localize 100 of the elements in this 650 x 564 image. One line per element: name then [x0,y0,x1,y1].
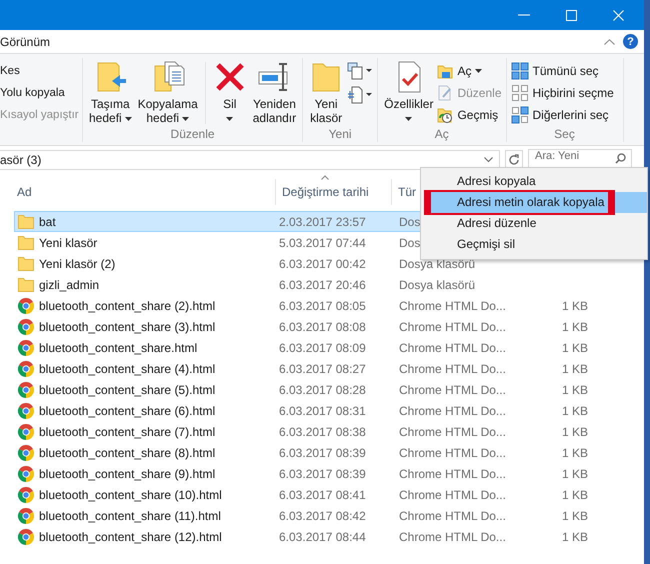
file-name: bluetooth_content_share (12).html [39,530,222,544]
file-row[interactable]: bluetooth_content_share (4).html 6.03.2017 08:27 Chrome HTML Do... 1 KB [14,358,594,379]
open-folder-icon [437,63,454,79]
chrome-icon [18,528,34,544]
ribbon-tab[interactable]: Görünüm [0,34,604,48]
file-row[interactable]: bluetooth_content_share.html 6.03.2017 08:09 Chrome HTML Do... 1 KB [14,337,594,358]
file-row[interactable]: bluetooth_content_share (7).html 6.03.2017 08:38 Chrome HTML Do... 1 KB [14,421,594,442]
file-size: 1 KB [560,362,588,376]
chrome-icon [18,298,34,314]
modified-date: 6.03.2017 08:41 [278,488,367,502]
column-header[interactable]: Değiştirme tarihi [276,179,392,205]
file-name: bluetooth_content_share (3).html [39,320,216,334]
new-item-icon[interactable] [347,62,374,80]
address-field[interactable]: asör (3) [0,150,500,170]
file-size: 1 KB [560,424,588,438]
file-row[interactable]: bluetooth_content_share (12).html 6.03.2017 08:44 Chrome HTML Do... 1 KB [14,526,594,547]
file-type: Dos [399,214,420,228]
column-header[interactable]: Ad [14,179,276,205]
file-size: 1 KB [560,298,588,312]
file-size: 1 KB [560,340,588,354]
modified-date: 6.03.2017 08:27 [278,362,367,376]
menu-item[interactable]: Geçmişi sil [424,234,647,255]
chrome-icon [18,382,34,398]
file-name: bluetooth_content_share (2).html [39,298,216,312]
ribbon-button[interactable]: Sil [210,58,249,123]
file-row[interactable]: bluetooth_content_share (3).html 6.03.2017 08:08 Chrome HTML Do... 1 KB [14,316,594,337]
file-type: Chrome HTML Do... [399,298,506,312]
easy-access-icon[interactable] [347,86,374,104]
chrome-icon [18,444,34,460]
file-type: Chrome HTML Do... [399,404,506,418]
file-type: Dos [399,236,420,250]
file-type: Chrome HTML Do... [399,362,506,376]
modified-date: 2.03.2017 23:57 [278,214,367,228]
collapse-ribbon-icon[interactable] [604,38,615,44]
caret-icon [226,117,234,121]
file-type: Chrome HTML Do... [399,508,506,522]
invert-selection-icon [510,106,528,124]
file-name: bluetooth_content_share (5).html [39,382,216,396]
file-row[interactable]: bluetooth_content_share (9).html 6.03.2017 08:39 Chrome HTML Do... 1 KB [14,463,594,484]
ribbon-button[interactable]: Kopyalama hedefi [136,58,200,127]
file-size: 1 KB [560,508,588,522]
file-type: Chrome HTML Do... [399,488,506,502]
file-name: Yeni klasör [39,236,98,250]
file-size: 1 KB [560,320,588,334]
minimize-icon[interactable] [518,14,530,16]
file-name: bluetooth_content_share.html [39,340,198,354]
file-name: bluetooth_content_share (8).html [39,446,216,460]
chrome-icon [18,402,34,418]
file-type: Chrome HTML Do... [399,446,506,460]
ribbon-button[interactable]: Diğerlerini seç [510,106,609,124]
modified-date: 6.03.2017 08:44 [278,530,367,544]
modified-date: 6.03.2017 00:42 [278,256,367,270]
sort-caret-icon [321,175,330,180]
ribbon-button[interactable]: Tümünü seç [510,62,599,80]
file-type: Dosya klasörü [399,256,476,270]
modified-date: 6.03.2017 08:09 [278,340,367,354]
folder-icon [18,278,34,292]
file-row[interactable]: bluetooth_content_share (8).html 6.03.2017 08:39 Chrome HTML Do... 1 KB [14,442,594,463]
file-size: 1 KB [560,488,588,502]
ribbon-button[interactable]: Özellikler [382,58,436,123]
file-row[interactable]: Yeni klasör (2) 6.03.2017 00:42 Dosya klasörü [14,253,594,274]
chrome-icon [18,508,34,524]
caret-icon [182,116,190,121]
refresh-icon [508,154,520,166]
maximize-icon[interactable] [566,10,577,20]
ribbon-button[interactable]: Yolu kopyala [0,84,65,102]
ribbon-button[interactable]: Geçmiş [437,106,502,124]
file-type: Chrome HTML Do... [399,424,506,438]
file-row[interactable]: bluetooth_content_share (2).html 6.03.2017 08:05 Chrome HTML Do... 1 KB [14,295,594,316]
group-label: Aç [434,127,450,142]
chrome-icon [18,424,34,440]
file-row[interactable]: bluetooth_content_share (6).html 6.03.2017 08:31 Chrome HTML Do... 1 KB [14,400,594,421]
menu-item[interactable]: Adresi kopyala [424,171,647,192]
chrome-icon [18,340,34,356]
ribbon-button[interactable]: Hiçbirini seçme [510,84,614,102]
modified-date: 6.03.2017 08:42 [278,508,367,522]
help-button[interactable]: ? [623,34,638,49]
file-type: Chrome HTML Do... [399,466,506,480]
search-icon [615,153,626,164]
menu-item[interactable]: Adresi metin olarak kopyala [424,190,647,215]
ribbon-button[interactable]: Taşıma hedefi [87,58,134,127]
ribbon-button[interactable]: Yeniden adlandır [250,58,298,127]
file-size: 1 KB [560,530,588,544]
file-row[interactable]: gizli_admin 6.03.2017 20:46 Dosya klasörü [14,274,594,295]
modified-date: 6.03.2017 08:28 [278,382,367,396]
caret-icon [124,116,132,121]
dropdown-icon[interactable] [484,157,493,163]
select-none-icon [510,84,528,102]
ribbon-button[interactable]: Kes [0,62,20,80]
ribbon-button[interactable]: Aç [437,62,502,80]
file-size: 1 KB [560,404,588,418]
file-type: Chrome HTML Do... [399,530,506,544]
history-icon [437,107,454,123]
file-row[interactable]: bluetooth_content_share (11).html 6.03.2017 08:42 Chrome HTML Do... 1 KB [14,505,594,526]
file-row[interactable]: bluetooth_content_share (10).html 6.03.2017 08:41 Chrome HTML Do... 1 KB [14,484,594,505]
close-icon[interactable] [613,10,624,20]
file-row[interactable]: bluetooth_content_share (5).html 6.03.2017 08:28 Chrome HTML Do... 1 KB [14,379,594,400]
folder-icon [18,214,34,228]
edit-document-icon [437,85,454,101]
ribbon-button[interactable]: Yeni klasör [307,58,346,127]
